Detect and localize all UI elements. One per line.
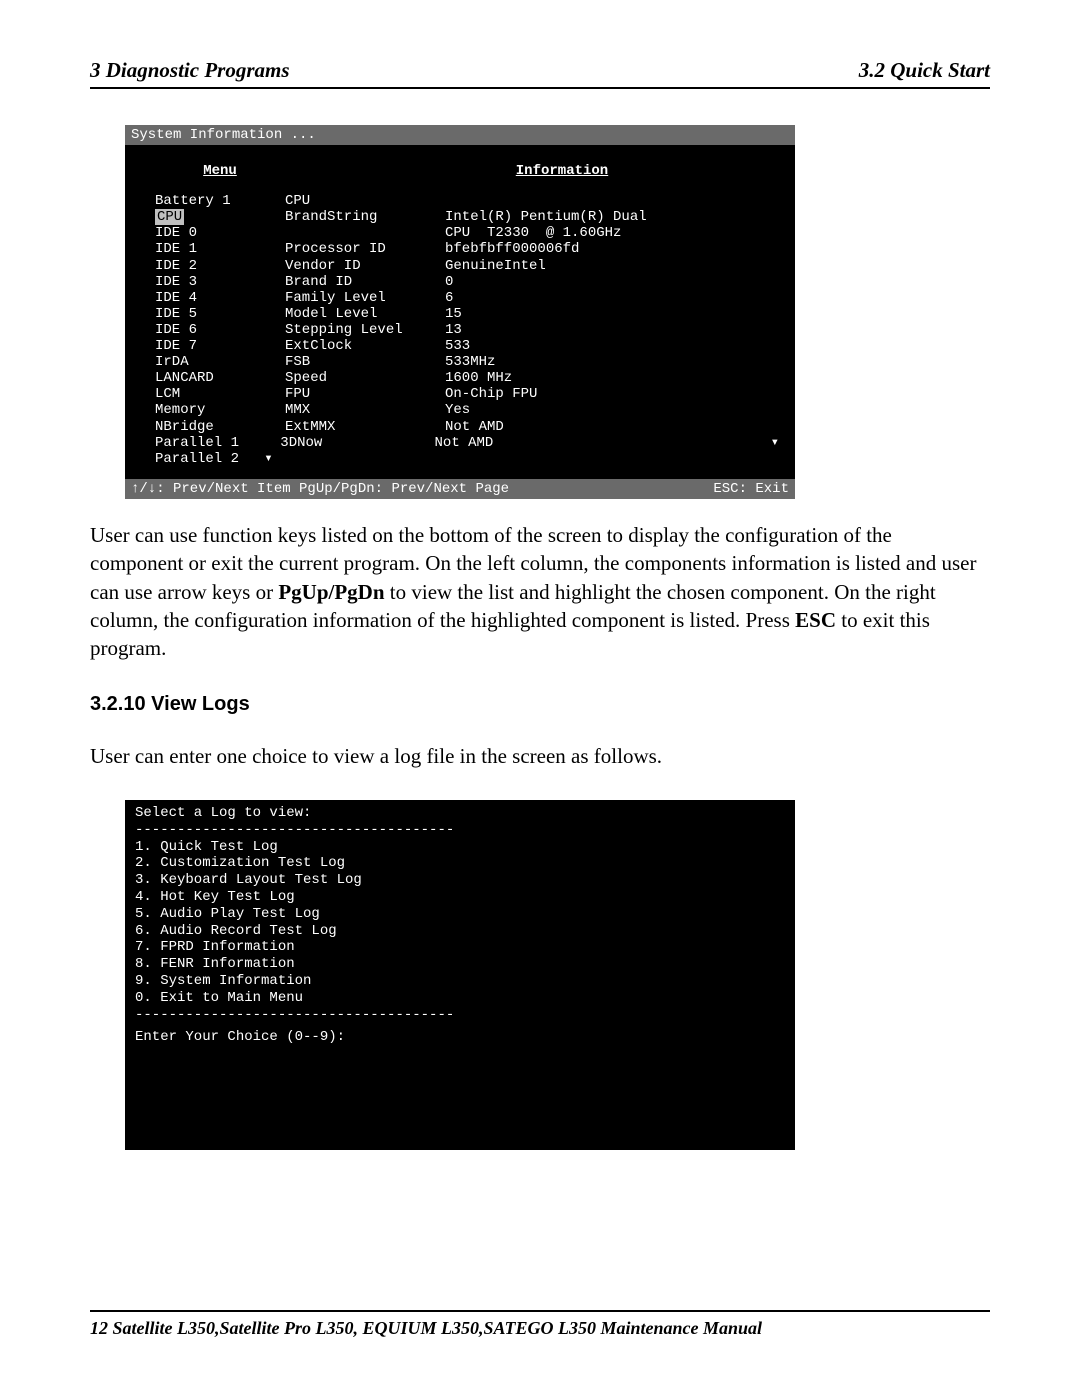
log-menu-item[interactable]: 8. FENR Information [135, 956, 785, 973]
table-row: IDE 0 CPU T2330 @ 1.60GHz [155, 225, 779, 241]
divider: -------------------------------------- [135, 1007, 785, 1024]
info-key: Family Level [285, 290, 445, 306]
info-key: CPU [285, 193, 445, 209]
header-left: 3 Diagnostic Programs [90, 58, 290, 83]
menu-item[interactable]: IDE 3 [155, 274, 285, 290]
footer-title: Satellite L350,Satellite Pro L350, EQUIU… [113, 1318, 763, 1338]
menu-item[interactable]: Parallel 2 ▾ [155, 451, 285, 467]
log-menu-item[interactable]: 3. Keyboard Layout Test Log [135, 872, 785, 889]
system-info-terminal: System Information ... Menu Information … [125, 125, 795, 499]
log-menu-item[interactable]: 2. Customization Test Log [135, 855, 785, 872]
info-key: Brand ID [285, 274, 445, 290]
log-menu-item[interactable]: 9. System Information [135, 973, 785, 990]
info-value: Intel(R) Pentium(R) Dual [445, 209, 779, 225]
info-key: FPU [285, 386, 445, 402]
info-key: MMX [285, 402, 445, 418]
menu-item[interactable]: CPU [155, 209, 285, 225]
menu-item[interactable]: IDE 7 [155, 338, 285, 354]
log-select-header: Select a Log to view: [135, 805, 785, 822]
footer-hint-left: ↑/↓: Prev/Next Item PgUp/PgDn: Prev/Next… [131, 481, 509, 497]
info-key: 3DNow [280, 435, 434, 451]
info-value: CPU T2330 @ 1.60GHz [445, 225, 779, 241]
info-value: 1600 MHz [445, 370, 779, 386]
log-menu-item[interactable]: 5. Audio Play Test Log [135, 906, 785, 923]
table-row: IDE 2Vendor IDGenuineIntel [155, 258, 779, 274]
table-row: NBridgeExtMMXNot AMD [155, 419, 779, 435]
menu-item[interactable]: IDE 6 [155, 322, 285, 338]
menu-item[interactable]: IDE 1 [155, 241, 285, 257]
info-key: Model Level [285, 306, 445, 322]
info-key: ExtClock [285, 338, 445, 354]
info-value: GenuineIntel [445, 258, 779, 274]
menu-item[interactable]: NBridge [155, 419, 285, 435]
menu-item[interactable]: Battery 1 [155, 193, 285, 209]
table-row: IDE 7ExtClock533 [155, 338, 779, 354]
terminal-titlebar: System Information ... [125, 125, 795, 145]
info-header: Information [345, 163, 779, 179]
paragraph-1: User can use function keys listed on the… [90, 521, 990, 663]
table-row: Parallel 13DNowNot AMD ▾ [155, 435, 779, 451]
footer-hint-right: ESC: Exit [713, 481, 789, 497]
log-menu-item[interactable]: 4. Hot Key Test Log [135, 889, 785, 906]
table-row: Parallel 2 ▾ [155, 451, 779, 467]
info-value: 15 [445, 306, 779, 322]
menu-item[interactable]: Memory [155, 402, 285, 418]
table-row: IrDAFSB533MHz [155, 354, 779, 370]
info-value [445, 451, 779, 467]
page-header: 3 Diagnostic Programs 3.2 Quick Start [90, 58, 990, 89]
info-key [285, 225, 445, 241]
menu-item[interactable]: Parallel 1 [155, 435, 280, 451]
menu-item[interactable]: IrDA [155, 354, 285, 370]
menu-header: Menu [155, 163, 285, 179]
menu-item[interactable]: IDE 5 [155, 306, 285, 322]
info-key [285, 451, 445, 467]
section-heading-view-logs: 3.2.10 View Logs [90, 693, 990, 716]
info-value: Not AMD [445, 419, 779, 435]
header-right: 3.2 Quick Start [859, 58, 990, 83]
info-key: Vendor ID [285, 258, 445, 274]
page-footer: 12 Satellite L350,Satellite Pro L350, EQ… [90, 1310, 990, 1339]
table-row: IDE 3Brand ID0 [155, 274, 779, 290]
info-key: FSB [285, 354, 445, 370]
info-value: 533MHz [445, 354, 779, 370]
table-row: IDE 1Processor IDbfebfbff000006fd [155, 241, 779, 257]
info-value: Not AMD ▾ [435, 435, 779, 451]
table-row: MemoryMMXYes [155, 402, 779, 418]
page-number: 12 [90, 1318, 108, 1338]
info-value: Yes [445, 402, 779, 418]
info-value: 533 [445, 338, 779, 354]
info-value: 0 [445, 274, 779, 290]
info-key: ExtMMX [285, 419, 445, 435]
menu-item[interactable]: IDE 2 [155, 258, 285, 274]
menu-item[interactable]: IDE 4 [155, 290, 285, 306]
divider: -------------------------------------- [135, 822, 785, 839]
info-key: Speed [285, 370, 445, 386]
info-key: Stepping Level [285, 322, 445, 338]
info-value: bfebfbff000006fd [445, 241, 779, 257]
log-menu-item[interactable]: 6. Audio Record Test Log [135, 923, 785, 940]
info-value: 6 [445, 290, 779, 306]
info-value: On-Chip FPU [445, 386, 779, 402]
log-menu-item[interactable]: 7. FPRD Information [135, 939, 785, 956]
table-row: IDE 5Model Level15 [155, 306, 779, 322]
menu-item[interactable]: LCM [155, 386, 285, 402]
view-logs-terminal: Select a Log to view: ------------------… [125, 800, 795, 1150]
table-row: LANCARDSpeed1600 MHz [155, 370, 779, 386]
menu-item[interactable]: LANCARD [155, 370, 285, 386]
log-menu-item[interactable]: 1. Quick Test Log [135, 839, 785, 856]
table-row: LCMFPUOn-Chip FPU [155, 386, 779, 402]
table-row: IDE 4Family Level6 [155, 290, 779, 306]
table-row: CPUBrandStringIntel(R) Pentium(R) Dual [155, 209, 779, 225]
info-value [445, 193, 779, 209]
log-menu-item[interactable]: 0. Exit to Main Menu [135, 990, 785, 1007]
info-key: Processor ID [285, 241, 445, 257]
table-row: IDE 6Stepping Level13 [155, 322, 779, 338]
table-row: Battery 1CPU [155, 193, 779, 209]
info-value: 13 [445, 322, 779, 338]
paragraph-2: User can enter one choice to view a log … [90, 742, 990, 770]
log-prompt[interactable]: Enter Your Choice (0--9): [135, 1029, 785, 1046]
menu-item[interactable]: IDE 0 [155, 225, 285, 241]
info-key: BrandString [285, 209, 445, 225]
terminal-footer: ↑/↓: Prev/Next Item PgUp/PgDn: Prev/Next… [125, 479, 795, 499]
